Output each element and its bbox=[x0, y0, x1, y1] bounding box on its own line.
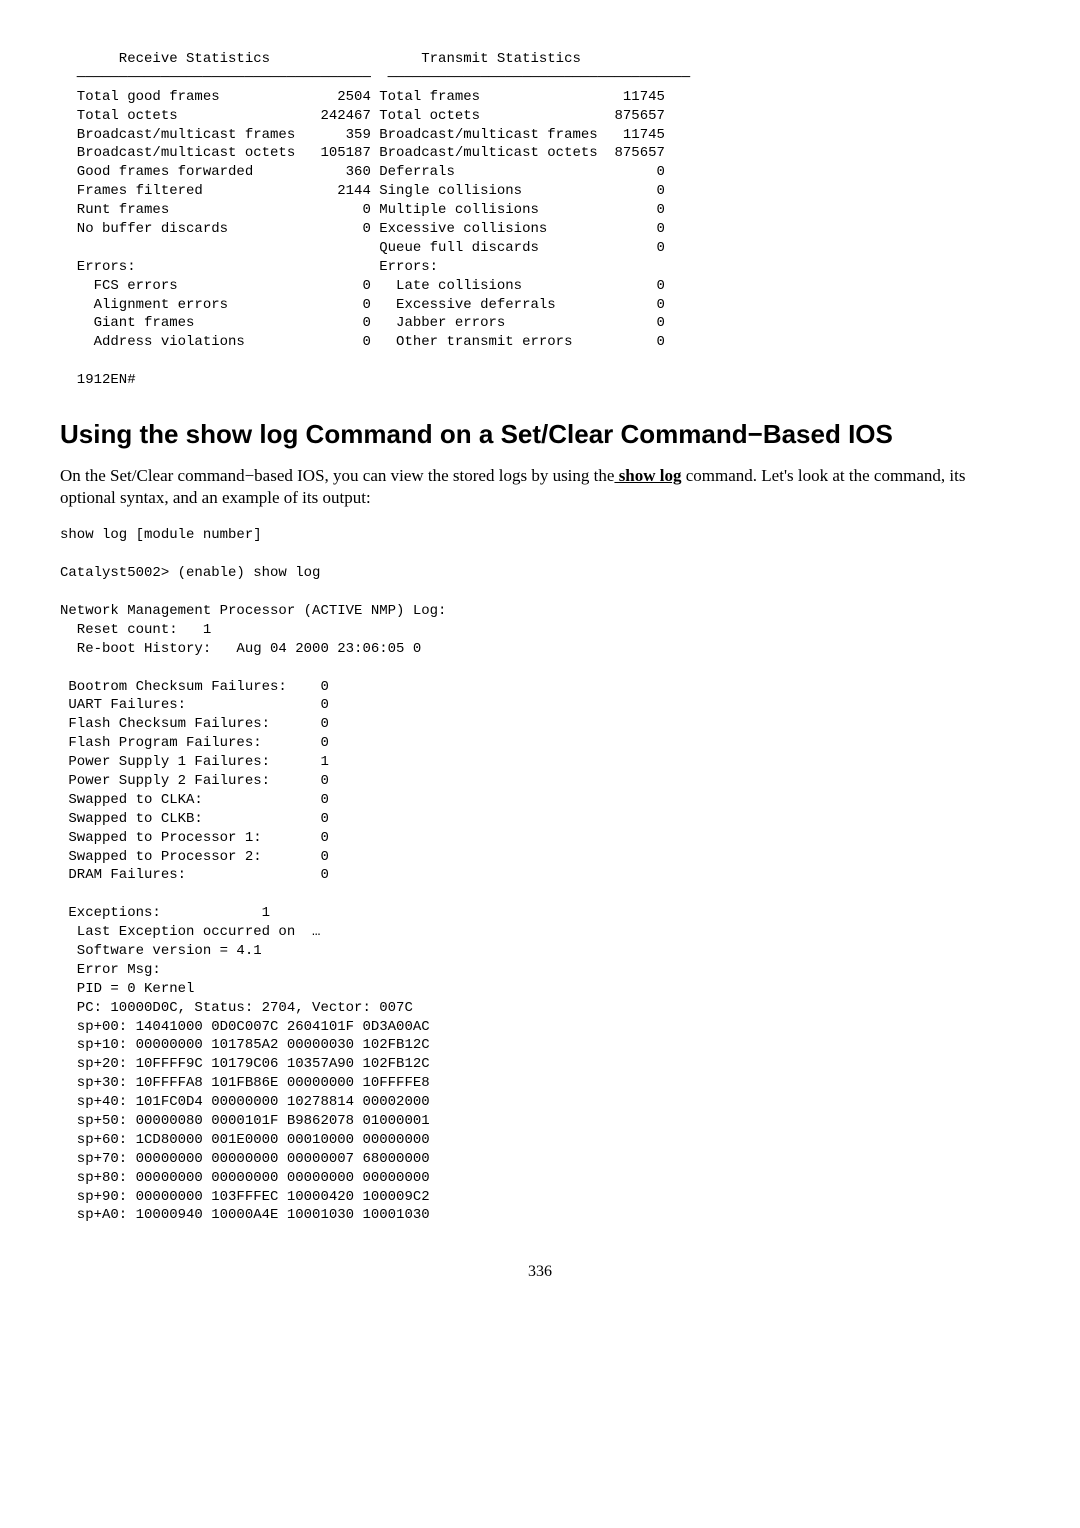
show-log-output: show log [module number] Catalyst5002> (… bbox=[60, 526, 1020, 1225]
intro-paragraph: On the Set/Clear command−based IOS, you … bbox=[60, 465, 1020, 511]
section-heading: Using the show log Command on a Set/Clea… bbox=[60, 418, 1020, 451]
paragraph-text-pre: On the Set/Clear command−based IOS, you … bbox=[60, 466, 614, 485]
receive-transmit-stats: Receive Statistics Transmit Statistics ─… bbox=[60, 50, 1020, 390]
show-log-command: show log bbox=[614, 466, 681, 485]
page-number: 336 bbox=[60, 1263, 1020, 1281]
